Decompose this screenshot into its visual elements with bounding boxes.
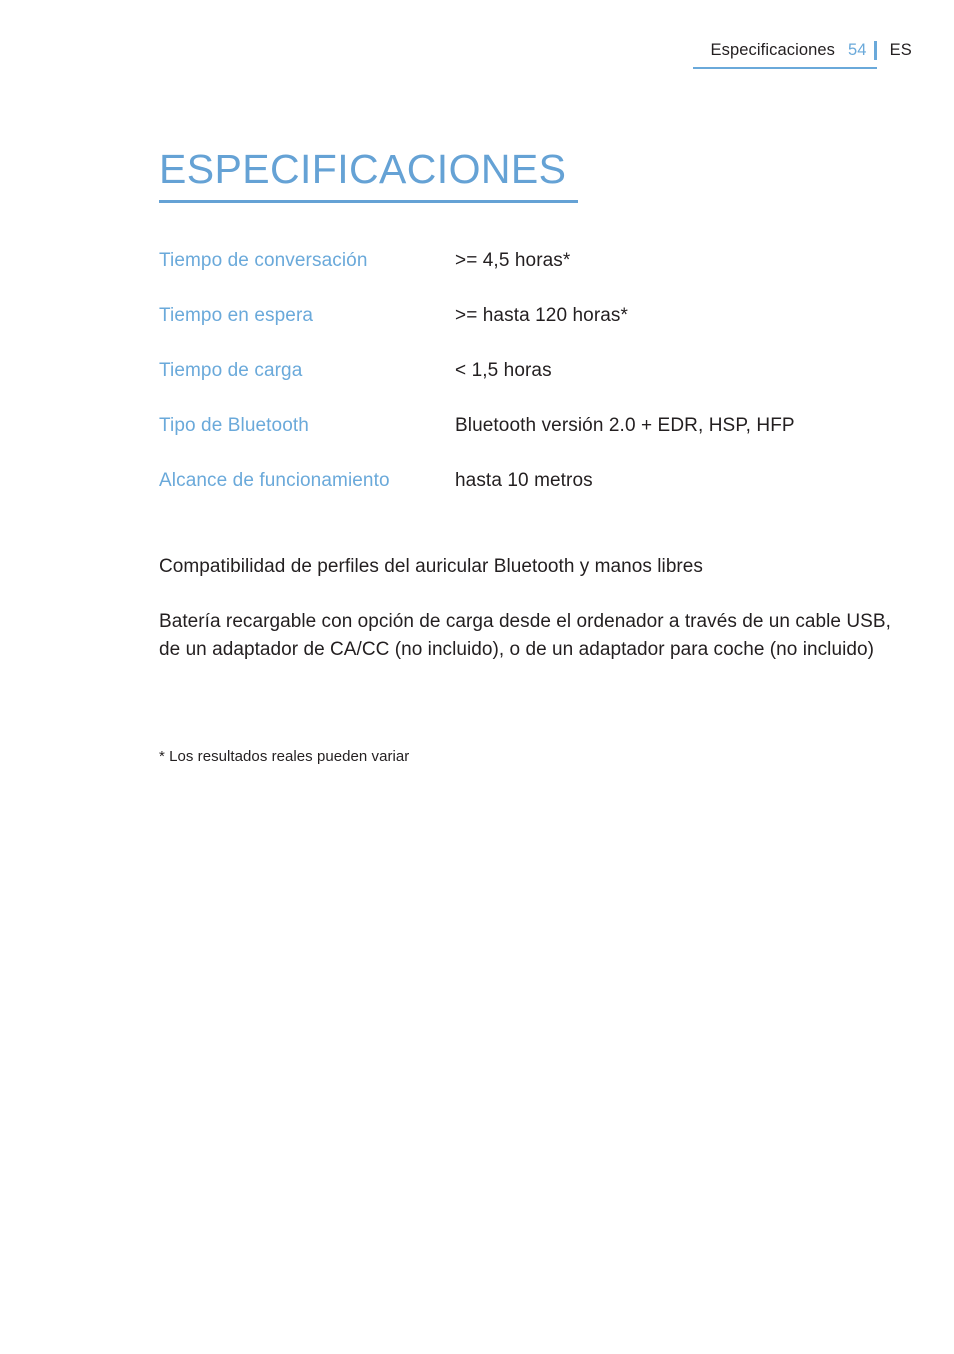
table-row: Tiempo en espera >= hasta 120 horas* [159,305,899,360]
spec-label: Alcance de funcionamiento [159,470,390,491]
header-page-number: 54 [848,41,867,59]
spec-label: Tiempo en espera [159,305,314,326]
spec-value: >= 4,5 horas* [455,250,571,271]
page-title: ESPECIFICACIONES [159,146,567,192]
spec-value: hasta 10 metros [455,470,593,491]
body-paragraph: Batería recargable con opción de carga d… [159,610,891,661]
body-paragraph: Compatibilidad de perfiles del auricular… [159,556,703,577]
table-row: Tiempo de conversación >= 4,5 horas* [159,250,899,305]
table-row: Tiempo de carga < 1,5 horas [159,360,899,415]
spec-label: Tiempo de conversación [159,250,368,271]
header-divider [873,41,877,60]
spec-value: < 1,5 horas [455,360,552,381]
body-text-block: Compatibilidad de perfiles del auricular… [159,553,894,665]
specifications-table: Tiempo de conversación >= 4,5 horas* Tie… [159,250,899,525]
spec-value: Bluetooth versión 2.0 + EDR, HSP, HFP [455,415,795,436]
spec-label: Tiempo de carga [159,360,303,381]
document-page: Especificaciones 54 ES ESPECIFICACIONES … [0,0,954,1354]
footnote: * Los resultados reales pueden variar [159,748,410,765]
table-row: Tipo de Bluetooth Bluetooth versión 2.0 … [159,415,899,470]
header-section-title: Especificaciones [710,41,836,59]
title-block: ESPECIFICACIONES [159,146,579,204]
header-language-code: ES [889,41,912,59]
title-underline-rule [159,200,578,204]
table-row: Alcance de funcionamiento hasta 10 metro… [159,470,899,525]
header-section-group: Especificaciones 54 [692,41,877,69]
spec-value: >= hasta 120 horas* [455,305,629,326]
running-header: Especificaciones 54 ES [692,41,912,69]
spec-label: Tipo de Bluetooth [159,415,309,436]
